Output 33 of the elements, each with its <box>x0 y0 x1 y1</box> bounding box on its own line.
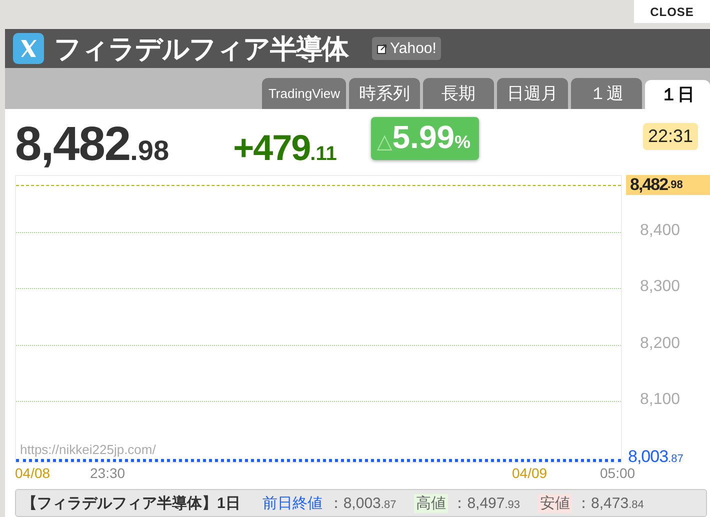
period-tab[interactable]: 日週月 <box>497 78 568 110</box>
x-logo-icon[interactable] <box>13 33 44 64</box>
percent-change-badge: △5.99% <box>370 117 479 160</box>
x-axis-label: 04/09 <box>512 465 548 482</box>
y-axis-label: 8,200 <box>640 334 680 353</box>
current-price-tag: 8,482.98 <box>626 175 710 196</box>
period-tab[interactable]: 長期 <box>423 78 494 110</box>
summary-value: ：8,497.93 <box>452 494 520 513</box>
page-title: フィラデルフィア半導体 <box>54 32 348 67</box>
summary-label: 前日終値 <box>261 494 324 513</box>
external-link-icon <box>377 43 388 54</box>
summary-value: ：8,003.87 <box>328 494 396 513</box>
summary-label: 安値 <box>538 494 572 513</box>
period-tab[interactable]: １日 <box>645 80 710 110</box>
x-axis-label: 05:00 <box>600 465 636 482</box>
close-button[interactable]: CLOSE <box>634 0 710 23</box>
period-tab[interactable]: TradingView <box>262 78 346 110</box>
x-axis-label: 23:30 <box>90 465 126 482</box>
y-axis-label: 8,300 <box>640 278 680 296</box>
period-tab[interactable]: 時系列 <box>349 78 420 110</box>
x-axis-label: 04/08 <box>15 465 50 482</box>
summary-label: 高値 <box>414 494 448 513</box>
previous-close-label: 8,003.87 <box>628 447 684 468</box>
watermark-url: https://nikkei225jp.com/ <box>20 442 156 458</box>
summary-value: ：8,473.84 <box>576 494 644 513</box>
current-price: 8,482.98 <box>15 117 170 172</box>
period-tab[interactable]: １週 <box>571 78 642 110</box>
y-axis-label: 8,400 <box>640 222 680 240</box>
time-badge: 22:31 <box>642 123 698 150</box>
y-axis-label: 8,100 <box>640 391 680 410</box>
summary-title: 【フィラデルフィア半導体】1日 <box>22 494 240 513</box>
source-link[interactable]: Yahoo! <box>372 37 442 60</box>
price-change: +479.11 <box>233 127 337 170</box>
